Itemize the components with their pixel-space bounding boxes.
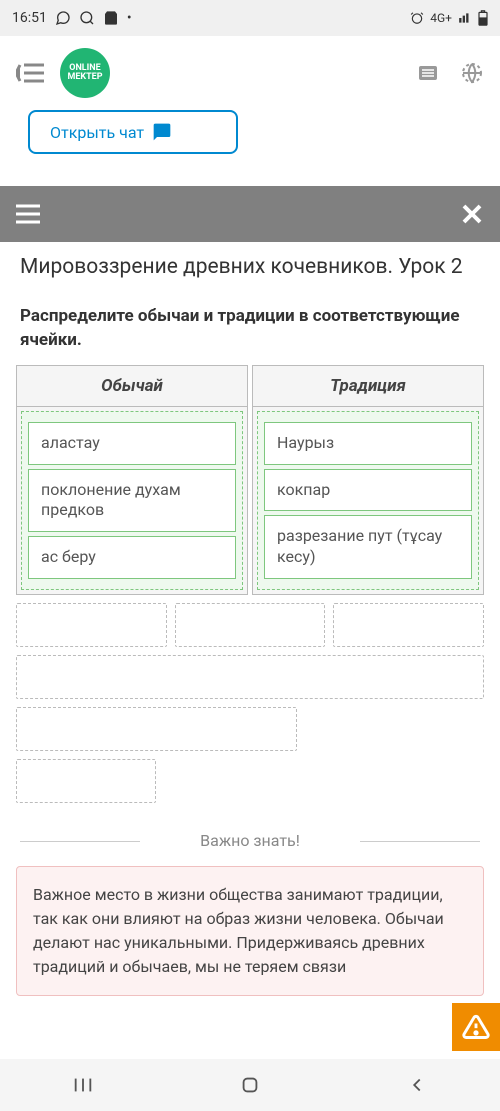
drag-item[interactable]: кокпар	[264, 469, 472, 512]
status-time: 16:51	[12, 10, 47, 26]
section-divider: Важно знать!	[0, 831, 500, 850]
open-chat-button[interactable]: Открыть чат	[28, 110, 238, 154]
instruction-text: Распределите обычаи и традиции в соответ…	[0, 289, 500, 365]
globe-icon[interactable]	[460, 61, 484, 85]
tradition-drop-zone[interactable]: Наурыз кокпар разрезание пут (тұсау кесу…	[257, 411, 479, 590]
home-button[interactable]	[239, 1074, 261, 1096]
empty-slot[interactable]	[16, 707, 297, 751]
empty-slot[interactable]	[333, 603, 484, 647]
logo[interactable]: ONLINE MEKTEP	[60, 48, 110, 98]
logo-line2: MEKTEP	[67, 73, 102, 82]
hamburger-button[interactable]	[0, 186, 56, 242]
status-bar: 16:51 • 4G+	[0, 0, 500, 36]
network-label: 4G+	[430, 11, 452, 25]
chat-label: Открыть чат	[50, 123, 144, 142]
app-header: ONLINE MEKTEP	[0, 36, 500, 110]
warning-badge[interactable]	[452, 1003, 500, 1051]
chat-button-wrap: Открыть чат	[0, 110, 500, 166]
custom-drop-zone[interactable]: аластау поклонение духам предков ас беру	[21, 411, 243, 590]
page-title: Мировоззрение древних кочевников. Урок 2	[0, 242, 500, 289]
battery-icon	[478, 10, 488, 26]
empty-slot[interactable]	[16, 603, 167, 647]
empty-slot[interactable]	[175, 603, 326, 647]
dot-icon: •	[127, 10, 132, 26]
empty-slot[interactable]	[16, 655, 484, 699]
drag-item[interactable]: ас беру	[28, 536, 236, 579]
back-button[interactable]	[406, 1074, 428, 1096]
header-left: ONLINE MEKTEP	[16, 48, 110, 98]
empty-slot[interactable]	[16, 759, 156, 803]
alarm-icon	[410, 11, 424, 25]
menu-collapse-icon[interactable]	[16, 61, 48, 85]
recent-apps-button[interactable]	[72, 1074, 94, 1096]
drag-item[interactable]: разрезание пут (тұсау кесу)	[264, 515, 472, 579]
custom-header: Обычай	[17, 366, 247, 407]
divider-label: Важно знать!	[200, 831, 300, 850]
status-left: 16:51 •	[12, 10, 132, 26]
drag-item[interactable]: Наурыз	[264, 422, 472, 465]
drag-item[interactable]: поклонение духам предков	[28, 469, 236, 533]
info-text: Важное место в жизни общества занимают т…	[33, 885, 444, 976]
status-right: 4G+	[410, 10, 488, 26]
info-box: Важное место в жизни общества занимают т…	[16, 866, 484, 996]
bag-icon	[103, 10, 119, 26]
signal-icon	[458, 11, 472, 25]
drag-item[interactable]: аластау	[28, 422, 236, 465]
whatsapp-icon	[55, 10, 71, 26]
system-nav-bar	[0, 1059, 500, 1111]
chat-icon	[152, 122, 172, 142]
tradition-column: Традиция Наурыз кокпар разрезание пут (т…	[252, 365, 484, 595]
tradition-header: Традиция	[253, 366, 483, 407]
drop-table: Обычай аластау поклонение духам предков …	[16, 365, 484, 595]
close-button[interactable]	[444, 186, 500, 242]
search-icon	[79, 10, 95, 26]
list-icon[interactable]	[416, 61, 440, 85]
source-slots	[16, 603, 484, 803]
custom-column: Обычай аластау поклонение духам предков …	[16, 365, 248, 595]
header-right	[416, 61, 484, 85]
action-bar	[0, 186, 500, 242]
